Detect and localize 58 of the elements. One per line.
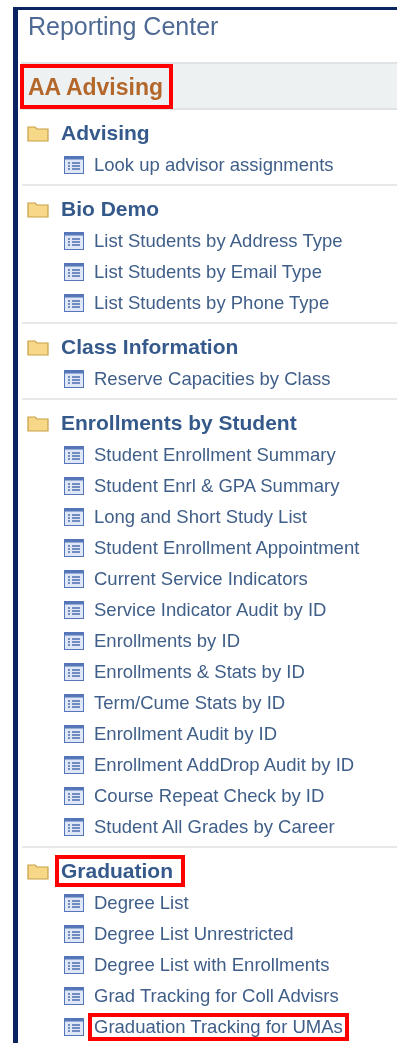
report-icon [64, 986, 84, 1005]
report-link[interactable]: Degree List [88, 888, 195, 917]
report-link[interactable]: Reserve Capacities by Class [88, 364, 337, 393]
report-icon [64, 445, 84, 464]
report-link[interactable]: Graduation Tracking for UMAs [88, 1012, 349, 1041]
report-link[interactable]: Degree List with Enrollments [88, 950, 336, 979]
section-title: AA Advising [20, 63, 174, 109]
folder-title[interactable]: Bio Demo [55, 193, 171, 225]
report-icon [64, 1017, 84, 1036]
report-icon [64, 631, 84, 650]
report-icon [64, 155, 84, 174]
folder-icon [27, 200, 49, 218]
folder-title[interactable]: Graduation [55, 855, 185, 887]
report-link[interactable]: Look up advisor assignments [88, 150, 340, 179]
folder-title[interactable]: Class Information [55, 331, 251, 363]
report-link[interactable]: Student Enrollment Summary [88, 440, 342, 469]
report-link[interactable]: Enrollments by ID [88, 626, 246, 655]
report-icon [64, 955, 84, 974]
report-icon [64, 262, 84, 281]
report-icon [64, 662, 84, 681]
report-link[interactable]: Current Service Indicators [88, 564, 314, 593]
report-icon [64, 693, 84, 712]
report-link[interactable]: Term/Cume Stats by ID [88, 688, 292, 717]
folder-title[interactable]: Enrollments by Student [55, 407, 309, 439]
report-icon [64, 231, 84, 250]
folder-icon [27, 862, 49, 880]
report-icon [64, 893, 84, 912]
page-title: Reporting Center [27, 11, 220, 42]
report-icon [64, 600, 84, 619]
folder-icon [27, 414, 49, 432]
report-icon [64, 507, 84, 526]
report-icon [64, 293, 84, 312]
report-icon [64, 724, 84, 743]
report-icon [64, 924, 84, 943]
folder-title[interactable]: Advising [55, 117, 162, 149]
report-icon [64, 538, 84, 557]
report-link[interactable]: Grad Tracking for Coll Advisrs [88, 981, 345, 1010]
report-icon [64, 755, 84, 774]
report-link[interactable]: Enrollment AddDrop Audit by ID [88, 750, 361, 779]
report-icon [64, 786, 84, 805]
report-link[interactable]: List Students by Address Type [88, 226, 349, 255]
report-icon [64, 369, 84, 388]
report-link[interactable]: Course Repeat Check by ID [88, 781, 331, 810]
report-link[interactable]: List Students by Email Type [88, 257, 328, 286]
report-link[interactable]: Enrollments & Stats by ID [88, 657, 311, 686]
report-icon [64, 569, 84, 588]
report-link[interactable]: Student Enrollment Appointment [88, 533, 366, 562]
folder-icon [27, 124, 49, 142]
report-link[interactable]: List Students by Phone Type [88, 288, 336, 317]
report-link[interactable]: Service Indicator Audit by ID [88, 595, 333, 624]
report-link[interactable]: Student Enrl & GPA Summary [88, 471, 346, 500]
report-link[interactable]: Long and Short Study List [88, 502, 313, 531]
report-link[interactable]: Degree List Unrestricted [88, 919, 300, 948]
folder-icon [27, 338, 49, 356]
report-icon [64, 817, 84, 836]
report-link[interactable]: Enrollment Audit by ID [88, 719, 284, 748]
report-icon [64, 476, 84, 495]
report-link[interactable]: Student All Grades by Career [88, 812, 341, 841]
